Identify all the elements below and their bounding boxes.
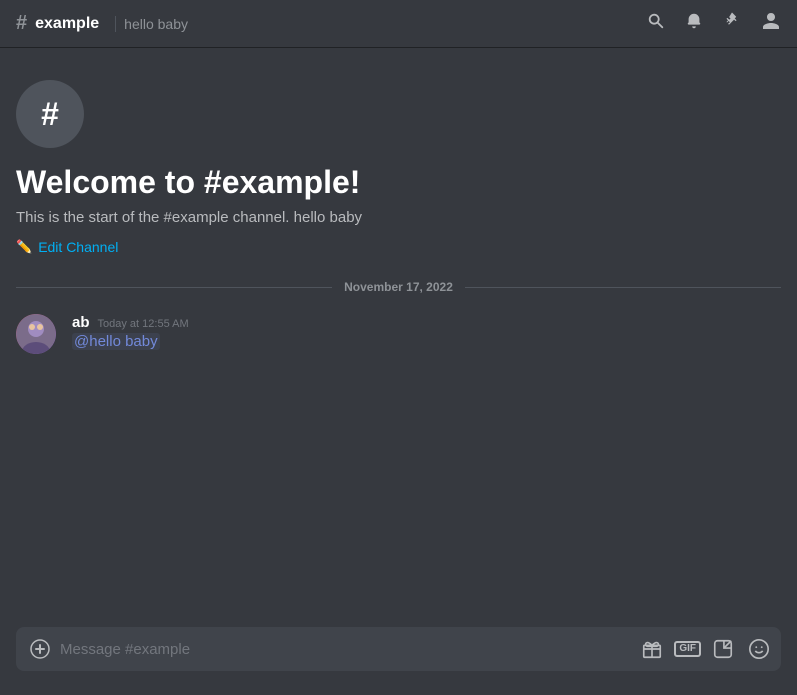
date-divider-line-left bbox=[16, 287, 332, 288]
edit-channel-link[interactable]: ✏️ Edit Channel bbox=[16, 239, 118, 255]
welcome-section: # Welcome to #example! This is the start… bbox=[0, 64, 797, 264]
message-input-box: GIF bbox=[16, 627, 781, 671]
date-divider-text: November 17, 2022 bbox=[332, 280, 465, 294]
header-channel-topic: hello baby bbox=[115, 16, 188, 32]
date-divider: November 17, 2022 bbox=[0, 272, 797, 302]
edit-channel-label: Edit Channel bbox=[38, 239, 118, 255]
welcome-description: This is the start of the #example channe… bbox=[16, 209, 781, 226]
messages-list: ab Today at 12:55 AM @hello baby bbox=[0, 310, 797, 362]
hash-search-icon[interactable] bbox=[647, 12, 665, 35]
table-row: ab Today at 12:55 AM @hello baby bbox=[16, 310, 781, 358]
message-author: ab bbox=[72, 314, 90, 331]
mention-tag: @hello baby bbox=[72, 333, 160, 350]
pin-icon[interactable] bbox=[723, 12, 741, 35]
welcome-title: Welcome to #example! bbox=[16, 164, 781, 201]
notification-bell-icon[interactable] bbox=[685, 12, 703, 35]
sticker-icon[interactable] bbox=[709, 635, 737, 663]
message-text: @hello baby bbox=[72, 333, 781, 350]
channel-header: # example hello baby bbox=[0, 0, 797, 48]
message-timestamp: Today at 12:55 AM bbox=[98, 318, 189, 330]
gift-icon[interactable] bbox=[638, 635, 666, 663]
chat-area: # Welcome to #example! This is the start… bbox=[0, 48, 797, 627]
header-actions bbox=[647, 11, 781, 36]
channel-icon-circle: # bbox=[16, 80, 84, 148]
message-header: ab Today at 12:55 AM bbox=[72, 314, 781, 331]
gif-button[interactable]: GIF bbox=[674, 641, 701, 657]
members-icon[interactable] bbox=[761, 11, 781, 36]
date-divider-line-right bbox=[465, 287, 781, 288]
message-input[interactable] bbox=[60, 641, 634, 658]
add-attachment-button[interactable] bbox=[24, 633, 56, 665]
header-channel-name: example bbox=[35, 15, 99, 33]
edit-pencil-icon: ✏️ bbox=[16, 239, 32, 255]
header-hash-icon: # bbox=[16, 12, 27, 35]
avatar bbox=[16, 314, 56, 354]
input-area: GIF bbox=[0, 627, 797, 695]
channel-circle-hash: # bbox=[41, 96, 59, 133]
avatar-image bbox=[16, 314, 56, 354]
input-actions: GIF bbox=[638, 635, 773, 663]
emoji-icon[interactable] bbox=[745, 635, 773, 663]
message-content: ab Today at 12:55 AM @hello baby bbox=[72, 314, 781, 354]
